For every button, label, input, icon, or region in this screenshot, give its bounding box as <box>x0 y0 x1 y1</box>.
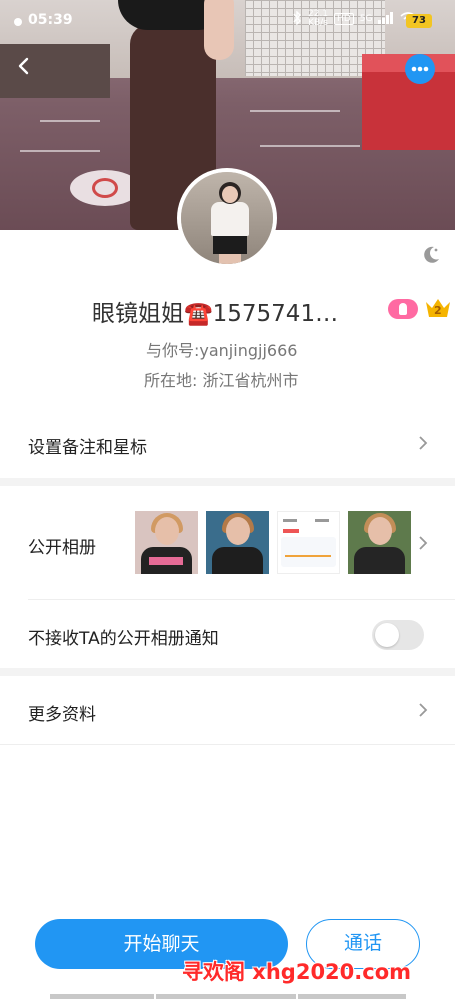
moon-icon <box>424 246 439 263</box>
location-text: 所在地: 浙江省杭州市 <box>144 371 299 390</box>
back-arrow-icon <box>18 57 29 75</box>
chevron-right-icon <box>419 436 428 450</box>
cover-floor-line <box>20 150 100 152</box>
chevron-right-icon <box>419 703 428 717</box>
nav-bar-segment <box>156 994 296 999</box>
vip-badge-icon <box>388 299 418 319</box>
more-options-button[interactable] <box>405 54 435 84</box>
album-thumbnail[interactable] <box>277 511 340 574</box>
album-thumbnail[interactable] <box>135 511 198 574</box>
chevron-right-icon <box>419 536 428 550</box>
album-thumbnail[interactable] <box>206 511 269 574</box>
status-icons: 22.1 KB/s HD 5G <box>292 10 416 28</box>
more-info-label: 更多资料 <box>28 705 96 725</box>
album-notify-label: 不接收TA的公开相册通知 <box>28 629 219 649</box>
theme-toggle-button[interactable] <box>420 244 442 266</box>
toggle-knob <box>375 623 399 647</box>
cover-floor-line <box>40 120 100 122</box>
cover-floor-line <box>260 145 360 147</box>
status-time: 05:39 <box>14 12 73 28</box>
signal-5g-label: 5G <box>359 14 373 24</box>
cover-floor-line <box>250 110 340 112</box>
site-watermark: 寻欢阁 xhg2020.com <box>182 960 412 984</box>
section-divider <box>0 668 455 676</box>
album-thumbnails[interactable] <box>135 511 411 574</box>
battery-icon: 73 <box>406 14 432 28</box>
signal-icon <box>378 11 394 27</box>
bluetooth-icon <box>292 9 302 28</box>
crown-level-number: 2 <box>434 304 442 317</box>
public-album-label: 公开相册 <box>28 538 96 558</box>
crown-level-badge: 2 <box>424 296 452 320</box>
album-thumbnail[interactable] <box>348 511 411 574</box>
remark-star-label: 设置备注和星标 <box>28 438 147 458</box>
back-button[interactable] <box>14 56 38 80</box>
more-info-row[interactable]: 更多资料 <box>0 680 455 742</box>
status-bar: 05:39 22.1 KB/s HD 5G 73 <box>0 10 455 34</box>
account-id: 与你号:yanjingjj666 <box>146 341 298 360</box>
row-separator <box>28 599 455 600</box>
avatar-photo <box>181 172 273 264</box>
more-dots-icon <box>411 66 429 72</box>
profile-name: 眼镜姐姐☎️1575741… <box>92 301 339 327</box>
net-speed: 22.1 KB/s <box>308 10 328 28</box>
row-separator <box>0 744 455 745</box>
avatar[interactable] <box>177 168 277 268</box>
nav-bar-segment <box>298 994 406 999</box>
remark-star-row[interactable]: 设置备注和星标 <box>0 416 455 472</box>
nav-bar-segment <box>50 994 154 999</box>
section-divider <box>0 478 455 486</box>
hd-icon: HD <box>334 13 354 25</box>
album-notify-toggle[interactable] <box>372 620 424 650</box>
net-speed-unit: KB/s <box>308 18 328 28</box>
